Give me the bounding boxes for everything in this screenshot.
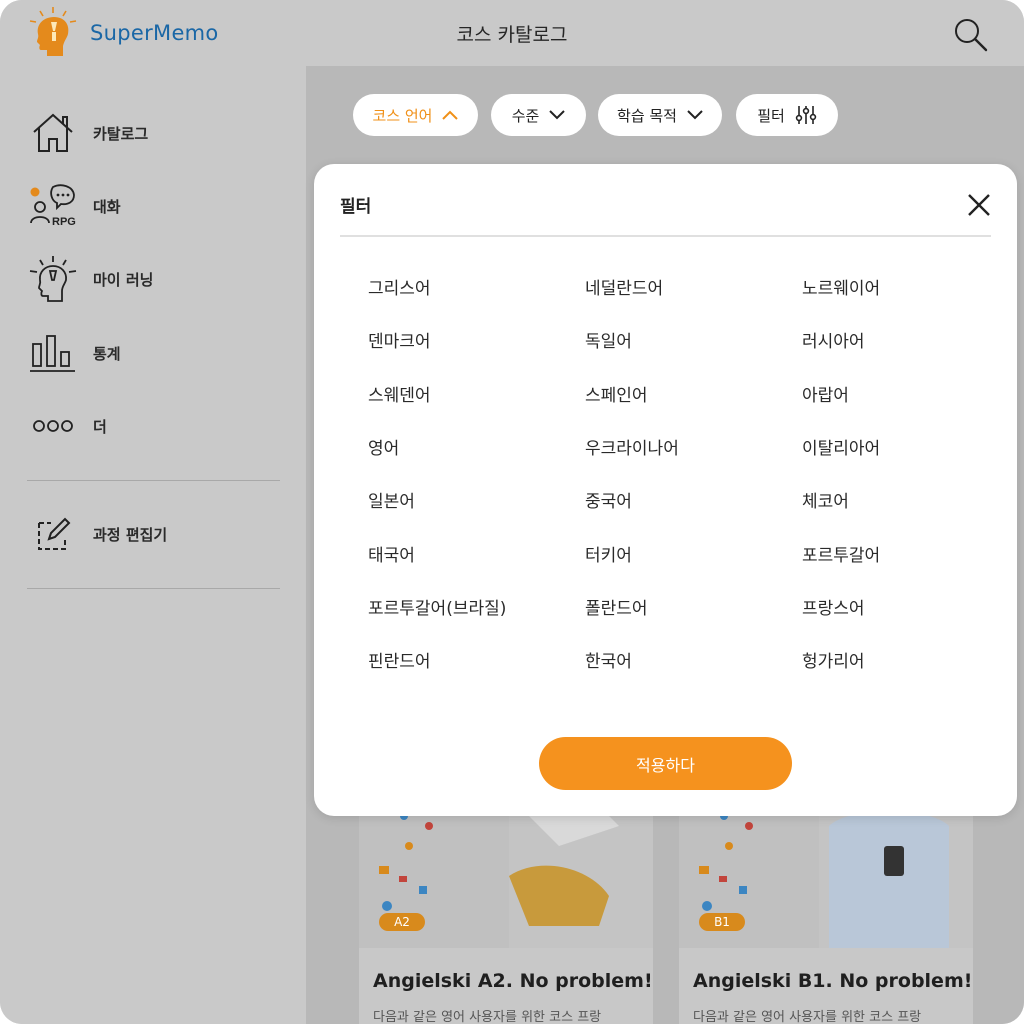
chevron-down-icon <box>549 110 566 120</box>
apply-button[interactable]: 적용하다 <box>539 737 792 790</box>
language-option[interactable]: 헝가리어 <box>802 647 865 672</box>
language-option[interactable]: 폴란드어 <box>585 594 648 619</box>
language-option[interactable]: 프랑스어 <box>802 594 865 619</box>
language-option[interactable]: 체코어 <box>802 487 849 512</box>
language-option[interactable]: 핀란드어 <box>368 647 431 672</box>
sidebar-item-label: 대화 <box>93 197 121 216</box>
sidebar-item-statistics[interactable]: 통계 <box>28 326 288 380</box>
bar-chart-icon <box>28 328 78 378</box>
sidebar-item-catalog[interactable]: 카탈로그 <box>28 106 288 160</box>
sidebar-item-label: 더 <box>93 417 107 436</box>
course-title: Angielski B1. No problem! <box>693 970 973 992</box>
dialog-title: 필터 <box>340 197 372 217</box>
sidebar-item-conversation[interactable]: RPG 대화 <box>28 179 288 233</box>
chevron-up-icon <box>442 110 459 120</box>
lightbulb-head-icon <box>28 254 78 304</box>
level-badge: B1 <box>699 913 745 931</box>
language-option[interactable]: 스웨덴어 <box>368 381 431 406</box>
level-badge: A2 <box>379 913 425 931</box>
sidebar: 카탈로그 RPG 대화 마이 러닝 통계 더 과정 편집기 <box>0 66 306 1024</box>
language-option[interactable]: 덴마크어 <box>368 327 431 352</box>
chip-label: 수준 <box>511 106 540 125</box>
chip-label: 학습 목적 <box>617 106 677 125</box>
rpg-chat-icon: RPG <box>28 181 78 231</box>
language-option[interactable]: 독일어 <box>585 327 632 352</box>
sidebar-item-more[interactable]: 더 <box>28 399 288 453</box>
page-title: 코스 카탈로그 <box>456 24 568 46</box>
rpg-icon-text: RPG <box>52 216 76 228</box>
dialog-divider <box>340 235 991 237</box>
course-description: 다음과 같은 영어 사용자를 위한 코스 프랑 <box>373 1010 602 1024</box>
language-option[interactable]: 우크라이나어 <box>585 434 679 459</box>
close-button[interactable] <box>962 188 996 222</box>
language-option[interactable]: 포르투갈어(브라질) <box>368 594 506 619</box>
language-option[interactable]: 네덜란드어 <box>585 274 663 299</box>
sidebar-item-label: 카탈로그 <box>93 124 149 143</box>
language-option[interactable]: 포르투갈어 <box>802 541 880 566</box>
more-dots-icon <box>28 401 78 451</box>
sidebar-item-label: 과정 편집기 <box>93 525 168 544</box>
language-option[interactable]: 한국어 <box>585 647 632 672</box>
chip-label: 코스 언어 <box>372 106 433 125</box>
language-option[interactable]: 일본어 <box>368 487 415 512</box>
filter-chip-course-language[interactable]: 코스 언어 <box>353 94 478 136</box>
language-option[interactable]: 이탈리아어 <box>802 434 880 459</box>
language-option[interactable]: 영어 <box>368 434 399 459</box>
top-bar: SuperMemo 코스 카탈로그 <box>0 0 1024 66</box>
edit-icon <box>28 509 78 559</box>
chip-label: 필터 <box>757 106 785 125</box>
language-option[interactable]: 아랍어 <box>802 381 849 406</box>
language-option[interactable]: 터키어 <box>585 541 632 566</box>
filter-chip-level[interactable]: 수준 <box>491 94 586 136</box>
sidebar-item-label: 마이 러닝 <box>93 270 154 289</box>
search-icon <box>955 19 988 52</box>
language-option[interactable]: 태국어 <box>368 541 415 566</box>
language-option[interactable]: 중국어 <box>585 487 632 512</box>
filter-chip-learning-goal[interactable]: 학습 목적 <box>598 94 722 136</box>
chevron-down-icon <box>687 110 703 120</box>
language-option[interactable]: 스페인어 <box>585 381 648 406</box>
sidebar-item-course-editor[interactable]: 과정 편집기 <box>28 507 288 561</box>
sidebar-item-my-learning[interactable]: 마이 러닝 <box>28 252 288 306</box>
language-option[interactable]: 러시아어 <box>802 327 865 352</box>
sidebar-divider <box>27 480 280 481</box>
app-window: SuperMemo 코스 카탈로그 카탈로그 RPG 대화 마이 러닝 통계 더… <box>0 0 1024 1024</box>
search-button[interactable] <box>950 14 990 54</box>
home-icon <box>28 108 78 158</box>
sidebar-item-label: 통계 <box>93 344 121 363</box>
sidebar-divider <box>27 588 280 589</box>
close-icon <box>968 194 990 216</box>
filter-chip-filters[interactable]: 필터 <box>736 94 838 136</box>
language-filter-dialog: 필터 그리스어 네덜란드어 노르웨이어덴마크어 독일어 러시아어스웨덴어 스페인어 아랍어영… <box>314 164 1017 816</box>
course-description: 다음과 같은 영어 사용자를 위한 코스 프랑 <box>693 1010 922 1024</box>
sliders-icon <box>795 106 816 124</box>
language-option[interactable]: 그리스어 <box>368 274 431 299</box>
language-option[interactable]: 노르웨이어 <box>802 274 880 299</box>
course-title: Angielski A2. No problem! <box>373 970 653 992</box>
